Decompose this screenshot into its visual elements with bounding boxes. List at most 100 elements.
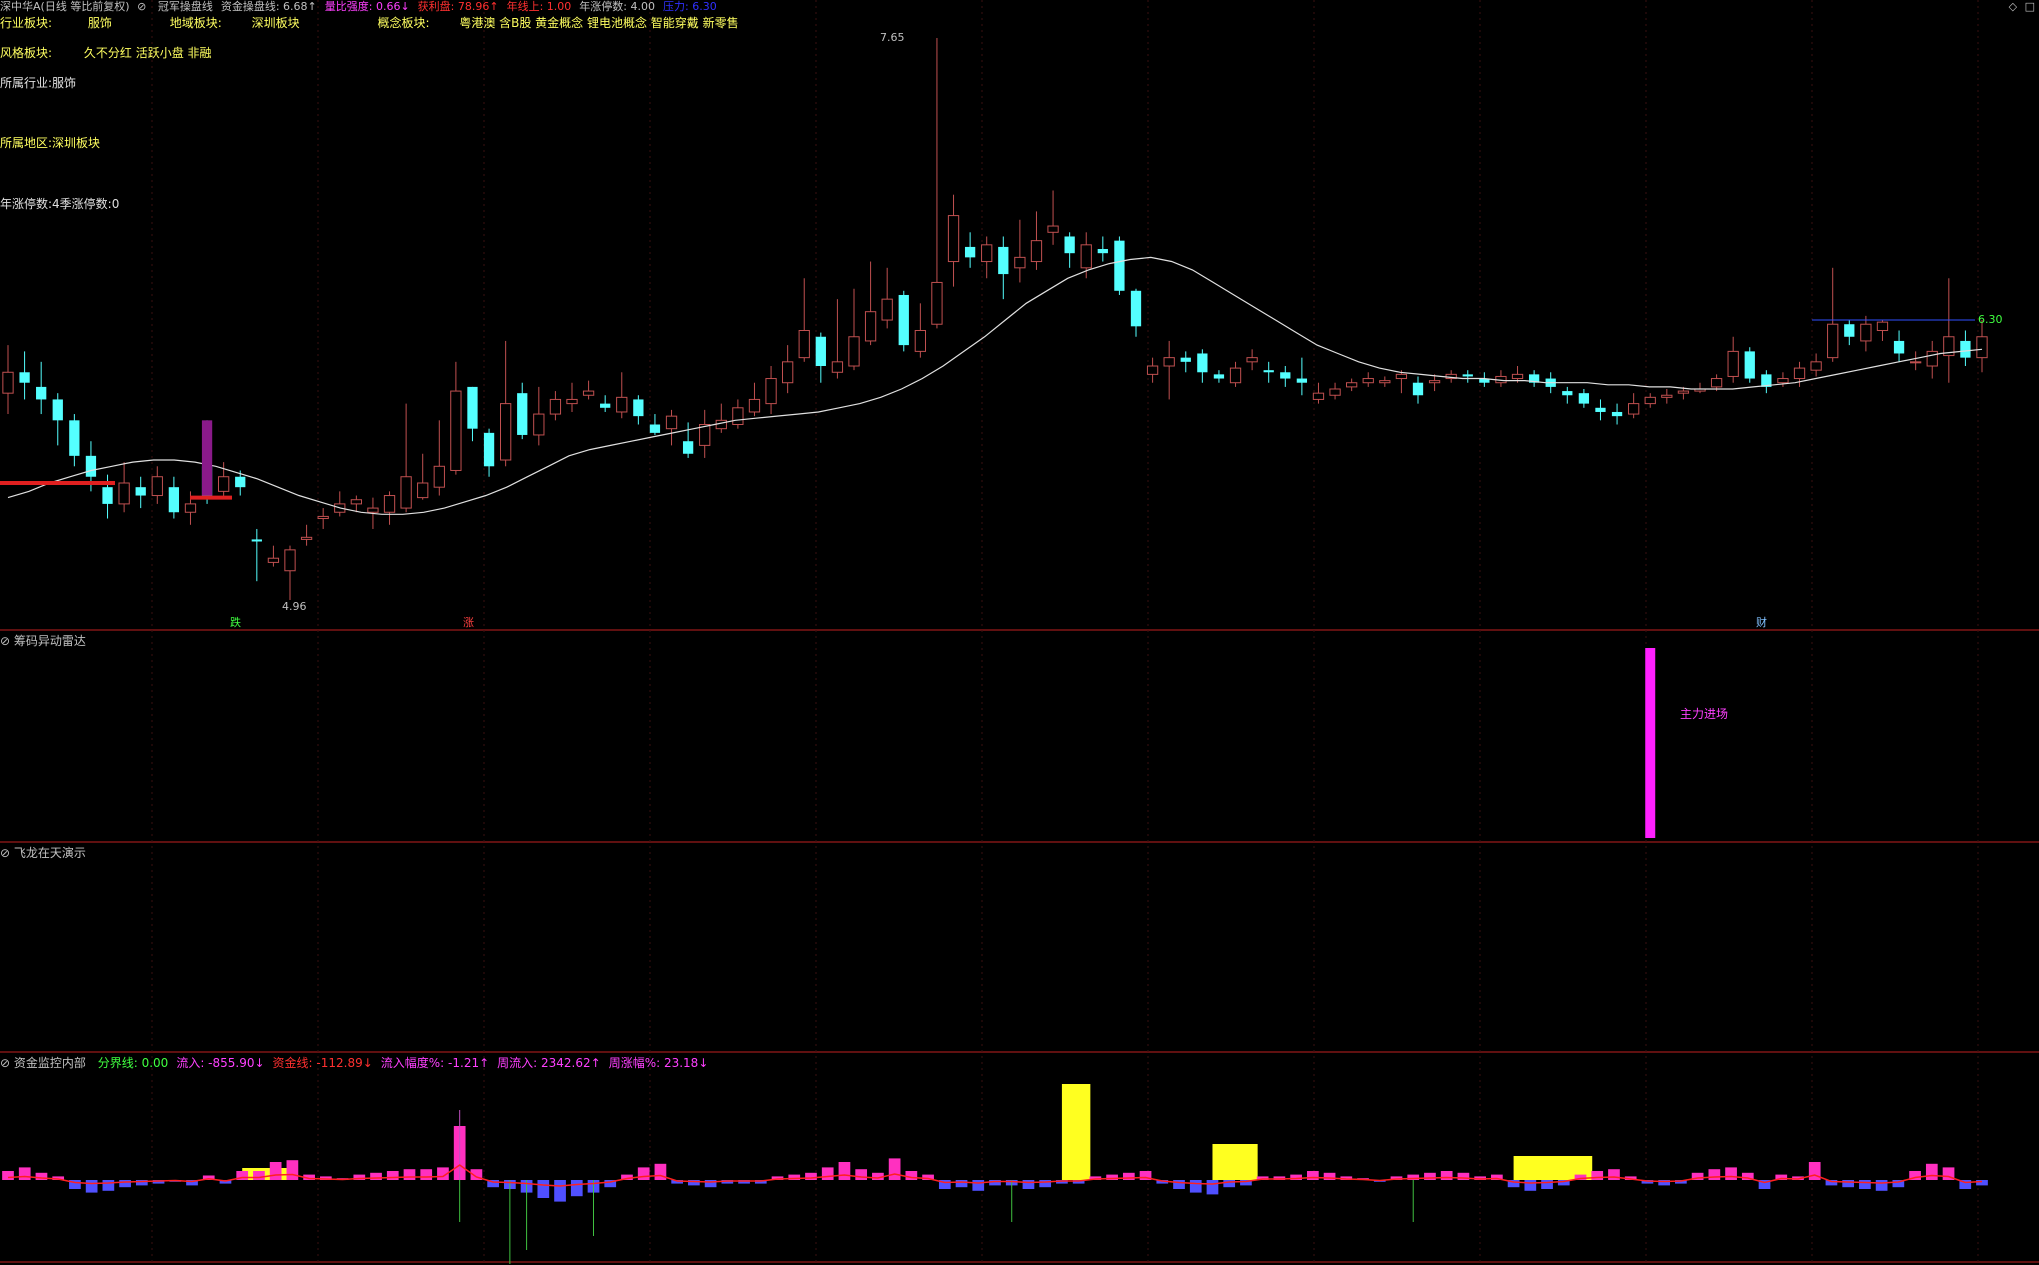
candle [1379,376,1391,387]
candle-body [649,424,661,433]
candle [1312,382,1325,404]
candle-body [85,455,97,477]
candle-body [1428,380,1441,384]
inflow-bar [253,1171,265,1180]
candle-body [1329,388,1341,396]
candle [483,428,495,477]
inflow-bar [269,1162,282,1180]
candle [69,414,80,467]
candle [947,194,960,287]
candle-body [517,393,528,435]
candle [36,361,47,415]
outflow-bar [570,1180,583,1197]
inflow-bar [855,1169,868,1180]
candle-body [1163,357,1175,367]
candle-body [1611,411,1623,417]
candle-body [184,503,197,513]
candle [1362,372,1374,387]
candle-body [566,398,578,405]
inflow-bar [821,1167,834,1180]
panel2-header: ⊘ 筹码异动雷达 [0,632,86,649]
panel-toggle-icon[interactable]: ⊘ [0,846,10,860]
style-value: 久不分红 活跃小盘 非融 [83,46,212,60]
window-box-icon[interactable]: □ [2025,0,2035,13]
candle [931,38,943,329]
candle-body [1047,225,1059,233]
candle-body [1860,323,1872,342]
fund-flow-indicator-item: 分界线: 0.00 [97,1056,169,1070]
candle [914,303,926,358]
fund-flow-indicator-item: 流入: -855.90↓ [176,1056,265,1070]
candle [251,528,262,582]
candle [665,409,678,446]
fund-block [1061,1084,1091,1180]
candle-body [1362,378,1374,384]
candle-body [1926,350,1938,367]
inflow-bar [1925,1163,1938,1180]
candle-body [1827,323,1839,359]
candle [1744,347,1755,383]
outflow-bar [955,1180,968,1188]
header-indicator-item: 冠军操盘线 [157,0,213,13]
chart-decorations [0,319,1975,500]
candle [317,508,329,529]
candle [1893,330,1905,362]
candle [2,345,14,415]
inflow-bar [386,1171,399,1180]
candle [682,422,694,458]
candle [450,361,462,475]
diamond-icon[interactable]: ◇ [2009,0,2017,13]
candle [1280,366,1291,387]
candle-body [383,495,396,513]
candle [1263,361,1274,383]
inflow-bar [370,1172,382,1180]
stock-chart [0,0,2039,1264]
candle-body [1661,394,1673,398]
candle-body [881,298,893,321]
outflow-bar [1223,1180,1236,1188]
candle-body [1097,249,1108,254]
candle-body [1628,403,1640,415]
candle [649,414,661,435]
concept-value: 粤港澳 含B股 黄金概念 锂电池概念 智能穿戴 新零售 [459,16,739,30]
candle-body [1595,407,1606,412]
candle-body [748,398,761,413]
candle [1479,372,1490,387]
outflow-bar [1875,1180,1888,1191]
candle-body [317,515,329,520]
candle-body [235,476,246,488]
inflow-bar [420,1169,433,1180]
candle-body [1710,378,1723,388]
panel4-header: ⊘ 资金监控内部 分界线: 0.00 流入: -855.90↓ 资金线: -112.… [0,1054,708,1071]
fund-block [1212,1144,1258,1180]
candle [1595,399,1606,421]
candle-body [102,487,113,504]
inflow-bar [1591,1171,1604,1180]
panel-toggle-icon[interactable]: ⊘ [0,634,10,648]
candle-body [1030,240,1043,263]
candle-body [616,396,628,413]
panel-toggle-icon[interactable]: ⊘ [0,1056,10,1070]
candle-body [815,336,826,367]
window-controls: ◇ □ [2009,0,2035,13]
candle-body [251,539,262,542]
candle [1462,370,1473,383]
collapse-icon[interactable]: ⊘ [137,0,146,13]
header-indicator-item: 资金操盘线: 6.68↑ [220,0,317,13]
candle-body [1229,367,1242,384]
candle [1827,267,1839,362]
main-force-bar [1645,648,1656,838]
candle-body [1246,357,1258,363]
candle [1960,330,1971,367]
candle [748,382,761,417]
purple-block [201,420,213,496]
outflow-bar [1189,1180,1202,1193]
candle-body [1114,240,1125,291]
candle-body [582,390,595,396]
candle-body [533,413,545,436]
header-indicator-item: 获利盘: 78.96↑ [417,0,499,13]
candle [566,382,578,412]
candle [848,288,860,371]
candle-body [284,549,296,572]
main-force-annotation: 主力进场 [1680,707,1729,721]
